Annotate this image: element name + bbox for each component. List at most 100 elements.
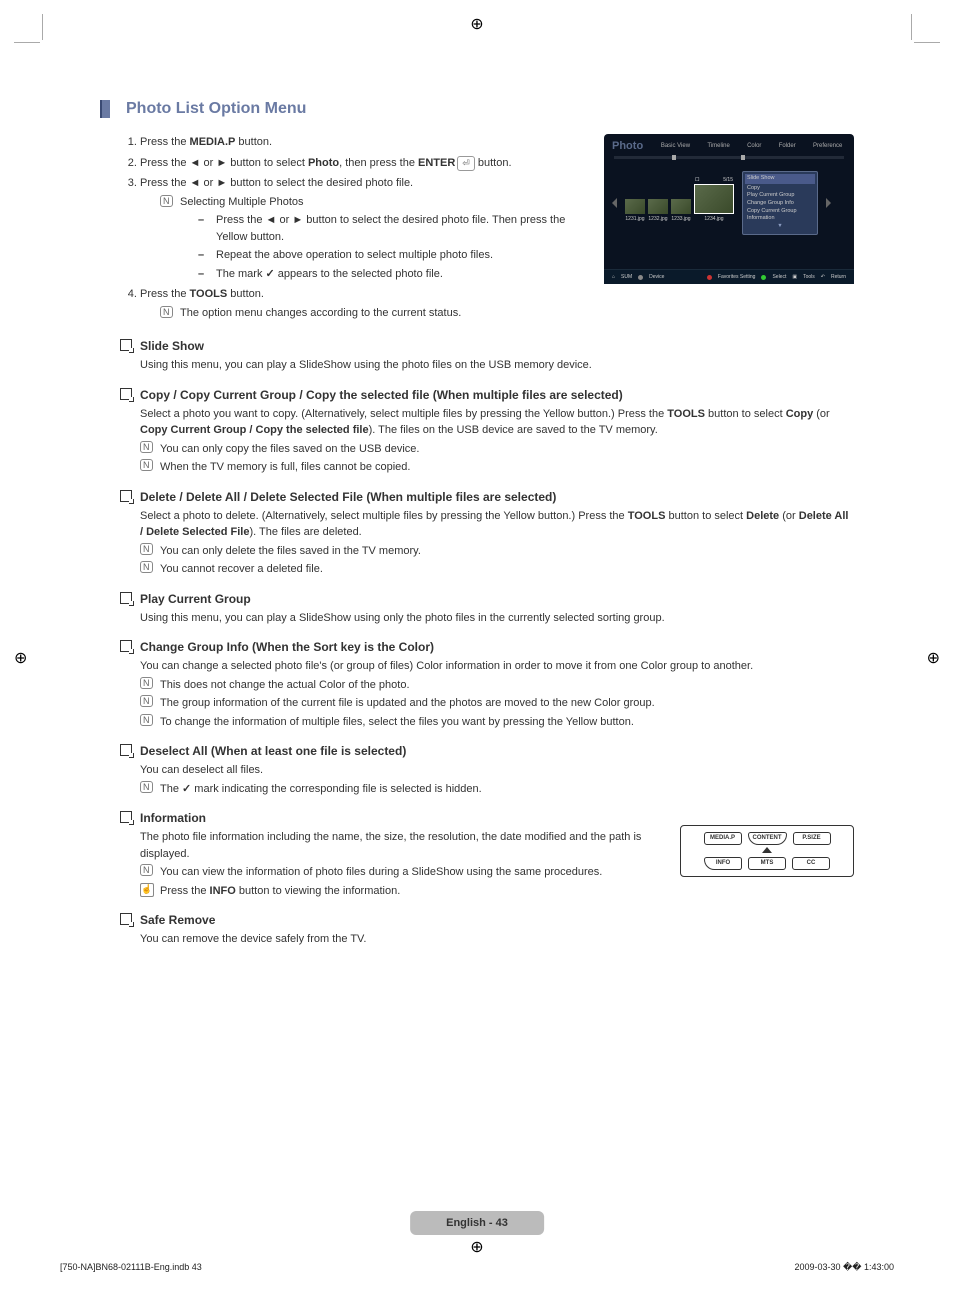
section-safe-remove: Safe Remove You can remove the device sa… <box>120 913 854 948</box>
remote-button-mts: MTS <box>748 857 786 870</box>
page-footer: English - 43 <box>410 1211 544 1235</box>
page-content: Photo List Option Menu Press the MEDIA.P… <box>100 100 854 948</box>
section-copy: Copy / Copy Current Group / Copy the sel… <box>120 388 854 476</box>
print-metadata: [750-NA]BN68-02111B-Eng.indb 43 2009-03-… <box>60 1262 894 1273</box>
meta-file: [750-NA]BN68-02111B-Eng.indb 43 <box>60 1262 202 1273</box>
note-line: NTo change the information of multiple f… <box>140 714 854 731</box>
document-page: ⊕ ⊕ ⊕ ⊕ Photo List Option Menu Press the… <box>0 0 954 1315</box>
dash-item: The mark ✓ appears to the selected photo… <box>198 266 588 283</box>
note-icon: N <box>140 561 153 573</box>
ss-tab: Folder <box>779 143 796 149</box>
ss-menu-item: Play Current Group <box>747 192 813 200</box>
section-heading: Deselect All (When at least one file is … <box>120 744 854 758</box>
remote-button-mediap: MEDIA.P <box>704 832 742 845</box>
steps-list: Press the MEDIA.P button. Press the ◄ or… <box>100 134 588 325</box>
tools-icon: ▣ <box>792 274 797 280</box>
meta-date: 2009-03-30 �� 1:43:00 <box>794 1262 894 1273</box>
ss-tab: Timeline <box>707 143 729 149</box>
dash-list: Press the ◄ or ► button to select the de… <box>198 212 588 282</box>
enter-icon: ⏎ <box>457 156 475 172</box>
section-heading: Play Current Group <box>120 592 854 606</box>
ss-header: Photo Basic View Timeline Color Folder P… <box>604 134 854 154</box>
section-heading: Change Group Info (When the Sort key is … <box>120 640 854 654</box>
section-heading: Slide Show <box>120 339 854 353</box>
note-icon: N <box>160 195 173 207</box>
ss-menu-item: Copy <box>747 185 813 193</box>
ss-thumb-selected: 1234.jpg <box>694 184 734 222</box>
section-play-group: Play Current Group Using this menu, you … <box>120 592 854 627</box>
remote-button-psize: P.SIZE <box>793 832 831 845</box>
substep-note: N The option menu changes according to t… <box>160 305 588 322</box>
section-delete: Delete / Delete All / Delete Selected Fi… <box>120 490 854 578</box>
bullet-icon <box>120 388 132 400</box>
ss-menu-more-icon: ▼ <box>747 223 813 231</box>
intro-row: Press the MEDIA.P button. Press the ◄ or… <box>100 134 854 325</box>
ss-slider <box>614 156 844 159</box>
left-arrow-icon: ◄ <box>190 177 201 189</box>
ss-menu-item: Copy Current Group <box>747 208 813 216</box>
step-4: Press the TOOLS button. N The option men… <box>140 286 588 321</box>
right-arrow-icon: ► <box>216 177 227 189</box>
page-title-bar: Photo List Option Menu <box>100 100 854 118</box>
note-icon: N <box>140 677 153 689</box>
section-body: Using this menu, you can play a SlideSho… <box>140 610 854 627</box>
title-marker-icon <box>100 100 110 118</box>
bullet-icon <box>120 592 132 604</box>
bullet-icon <box>120 640 132 652</box>
note-icon: N <box>140 543 153 555</box>
registration-mark-right: ⊕ <box>927 648 940 668</box>
ss-title: Photo <box>612 140 643 152</box>
ss-sum-icon: ⌂ <box>612 274 615 280</box>
step-2: Press the ◄ or ► button to select Photo,… <box>140 155 588 172</box>
ss-left-arrow-icon <box>612 198 617 208</box>
check-icon: ✓ <box>266 268 275 280</box>
note-icon: N <box>140 441 153 453</box>
crop-line <box>42 14 43 40</box>
ss-tools-menu: Slide Show Copy Play Current Group Chang… <box>742 171 818 235</box>
right-arrow-icon: ► <box>216 157 227 169</box>
section-slide-show: Slide Show Using this menu, you can play… <box>120 339 854 374</box>
page-title: Photo List Option Menu <box>126 100 306 118</box>
note-icon: N <box>140 864 153 876</box>
remote-row: MEDIA.P CONTENT P.SIZE <box>687 832 847 845</box>
check-icon: ✓ <box>182 783 191 795</box>
ss-menu-item: Change Group Info <box>747 200 813 208</box>
remote-row: INFO MTS CC <box>687 857 847 870</box>
section-body: Using this menu, you can play a SlideSho… <box>140 357 854 374</box>
remote-button-info: INFO <box>704 857 742 870</box>
substep-note: N Selecting Multiple Photos Press the ◄ … <box>160 194 588 283</box>
ss-bar-right: Favorites Setting Select ▣Tools ↶Return <box>707 274 846 280</box>
left-arrow-icon: ◄ <box>266 214 277 226</box>
ss-thumb: 1232.jpg <box>648 199 668 222</box>
ss-right-arrow-icon <box>826 198 831 208</box>
remote-row <box>687 847 847 853</box>
substeps: N Selecting Multiple Photos Press the ◄ … <box>140 194 588 283</box>
remote-button-cc: CC <box>792 857 830 870</box>
note-line: NYou cannot recover a deleted file. <box>140 561 854 578</box>
section-body: You can remove the device safely from th… <box>140 931 854 948</box>
bullet-icon <box>120 811 132 823</box>
note-line: NThis does not change the actual Color o… <box>140 677 854 694</box>
note-line: ☝Press the INFO button to viewing the in… <box>140 883 854 900</box>
crop-line <box>911 14 912 40</box>
ss-body: 1231.jpg 1232.jpg 1233.jpg 1234.jpg Slid… <box>604 161 854 245</box>
step-3: Press the ◄ or ► button to select the de… <box>140 175 588 282</box>
crop-line <box>14 42 40 43</box>
section-body: MEDIA.P CONTENT P.SIZE INFO MTS CC <box>140 829 854 899</box>
ss-tab: Preference <box>813 143 842 149</box>
ss-tabs: Basic View Timeline Color Folder Prefere… <box>657 143 846 149</box>
bullet-icon <box>120 744 132 756</box>
section-heading: Delete / Delete All / Delete Selected Fi… <box>120 490 854 504</box>
green-dot-icon <box>761 275 766 280</box>
note-icon: N <box>140 781 153 793</box>
ss-thumbs: 1231.jpg 1232.jpg 1233.jpg 1234.jpg <box>625 184 734 222</box>
section-heading: Copy / Copy Current Group / Copy the sel… <box>120 388 854 402</box>
remote-button-content: CONTENT <box>748 832 787 845</box>
bullet-icon <box>120 913 132 925</box>
note-icon: N <box>160 306 173 318</box>
note-icon: N <box>140 695 153 707</box>
ss-bar-left: ⌂SUM Device <box>612 274 664 280</box>
note-line: NYou can only delete the files saved in … <box>140 543 854 560</box>
ss-tab: Basic View <box>661 143 690 149</box>
section-body: You can deselect all files. NThe ✓ mark … <box>140 762 854 797</box>
